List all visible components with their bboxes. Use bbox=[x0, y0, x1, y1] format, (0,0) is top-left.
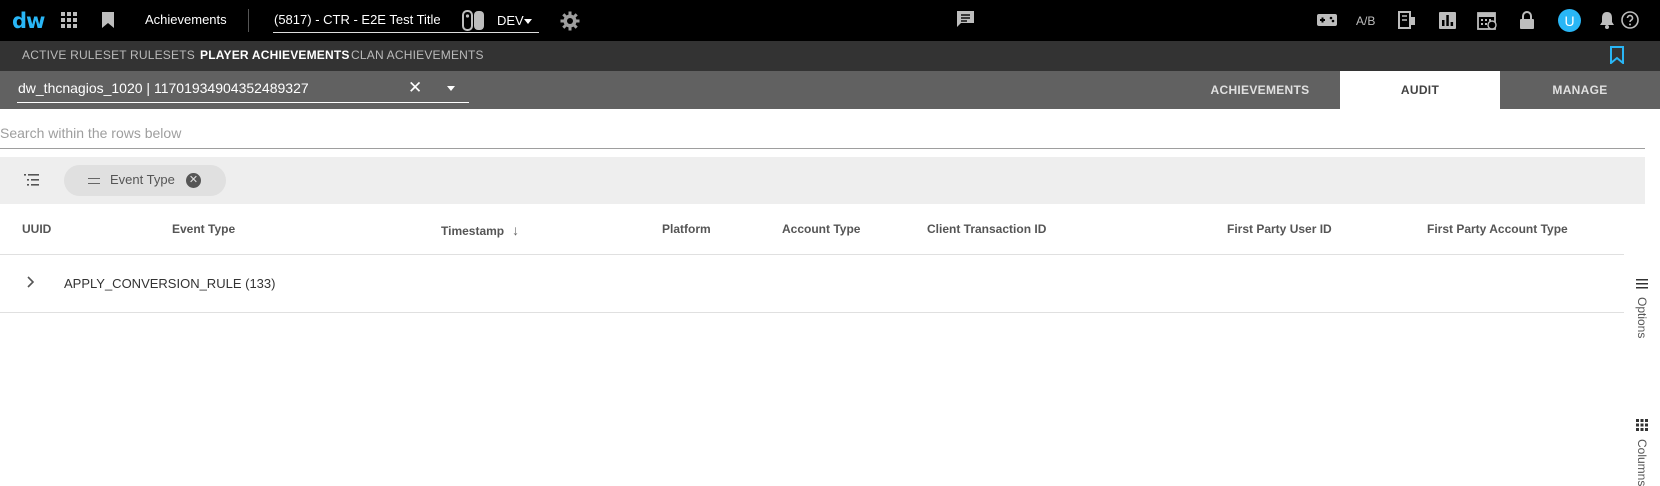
table-row-group[interactable]: APPLY_CONVERSION_RULE (133) bbox=[0, 255, 1624, 313]
ab-testing-button[interactable]: A/B bbox=[1356, 14, 1375, 28]
column-header-platform[interactable]: Platform bbox=[662, 222, 711, 236]
dw-logo[interactable]: dw bbox=[12, 9, 45, 33]
group-row-count: (133) bbox=[245, 276, 276, 291]
top-app-bar: dw Achievements (5817) - CTR - E2E Test … bbox=[0, 0, 1660, 41]
column-header-event-type[interactable]: Event Type bbox=[172, 222, 235, 236]
gamepad-icon[interactable] bbox=[1317, 10, 1337, 30]
row-search-input[interactable] bbox=[0, 117, 1645, 149]
columns-panel-button[interactable]: Columns bbox=[1624, 419, 1660, 486]
row-group-panel: Event Type ✕ bbox=[0, 157, 1645, 204]
group-chip-label: Event Type bbox=[110, 172, 175, 187]
environment-caret-icon bbox=[524, 19, 532, 24]
row-group-icon bbox=[24, 173, 39, 187]
group-chip-event-type[interactable]: Event Type ✕ bbox=[64, 165, 226, 196]
options-panel-label: Options bbox=[1635, 297, 1649, 339]
lock-icon[interactable] bbox=[1517, 10, 1537, 30]
column-header-timestamp-cell[interactable]: Timestamp ↓ bbox=[441, 222, 519, 240]
drag-handle-icon[interactable] bbox=[88, 178, 100, 184]
group-row-label: APPLY_CONVERSION_RULE (133) bbox=[64, 276, 275, 291]
columns-grid-icon bbox=[1636, 419, 1648, 433]
group-row-name: APPLY_CONVERSION_RULE bbox=[64, 276, 242, 291]
environment-value: DEV bbox=[497, 13, 524, 28]
nav-player-achievements[interactable]: PLAYER ACHIEVEMENTS bbox=[200, 48, 350, 62]
nav-rulesets[interactable]: RULESETS bbox=[130, 48, 195, 62]
column-header-first-party-account-type[interactable]: First Party Account Type bbox=[1427, 222, 1568, 236]
clear-player-icon[interactable]: ✕ bbox=[408, 79, 422, 97]
side-tool-panel: Options Columns bbox=[1624, 255, 1660, 486]
menu-lines-icon bbox=[1636, 279, 1648, 291]
tab-achievements[interactable]: ACHIEVEMENTS bbox=[1180, 71, 1340, 109]
player-dropdown-caret-icon[interactable] bbox=[447, 86, 455, 91]
nav-clan-achievements[interactable]: CLAN ACHIEVEMENTS bbox=[351, 48, 484, 62]
bar-chart-icon[interactable] bbox=[1437, 10, 1457, 30]
remove-group-icon[interactable]: ✕ bbox=[186, 173, 201, 188]
notifications-bell-icon[interactable] bbox=[1597, 10, 1617, 30]
nav-active-ruleset[interactable]: ACTIVE RULESET bbox=[22, 48, 127, 62]
title-selector-value: (5817) - CTR - E2E Test Title bbox=[274, 12, 441, 27]
player-selector[interactable]: dw_thcnagios_1020 | 11701934904352489327… bbox=[17, 79, 469, 103]
tab-audit[interactable]: AUDIT bbox=[1340, 71, 1500, 109]
app-title: Achievements bbox=[145, 12, 227, 27]
column-header-client-transaction-id[interactable]: Client Transaction ID bbox=[927, 222, 1046, 236]
secondary-nav: ACTIVE RULESET RULESETS PLAYER ACHIEVEME… bbox=[0, 41, 1660, 71]
column-header-first-party-user-id[interactable]: First Party User ID bbox=[1227, 222, 1332, 236]
table-header: UUID Event Type Timestamp ↓ Platform Acco… bbox=[0, 204, 1624, 255]
settings-gear-icon[interactable] bbox=[560, 11, 580, 31]
column-header-timestamp: Timestamp bbox=[441, 224, 505, 238]
bookmark-icon[interactable] bbox=[98, 10, 118, 30]
column-header-uuid[interactable]: UUID bbox=[22, 222, 51, 236]
apps-grid-icon[interactable] bbox=[59, 10, 79, 30]
player-toolbar: dw_thcnagios_1020 | 11701934904352489327… bbox=[0, 71, 1660, 109]
nintendo-switch-icon[interactable] bbox=[462, 10, 485, 31]
column-header-account-type[interactable]: Account Type bbox=[782, 222, 860, 236]
user-avatar[interactable]: U bbox=[1558, 9, 1581, 32]
options-panel-button[interactable]: Options bbox=[1624, 279, 1660, 338]
sort-descending-icon: ↓ bbox=[512, 222, 520, 238]
player-selector-value: dw_thcnagios_1020 | 11701934904352489327 bbox=[18, 80, 309, 96]
bookmark-page-icon[interactable] bbox=[1610, 46, 1626, 66]
calendar-schedule-icon[interactable] bbox=[1477, 10, 1497, 30]
environment-underline bbox=[489, 32, 539, 33]
feedback-chat-icon[interactable] bbox=[955, 9, 975, 29]
help-icon[interactable] bbox=[1620, 10, 1640, 30]
storage-report-icon[interactable] bbox=[1397, 10, 1417, 30]
expand-chevron-icon[interactable] bbox=[25, 275, 35, 291]
tab-manage[interactable]: MANAGE bbox=[1500, 71, 1660, 109]
topbar-divider bbox=[248, 9, 249, 32]
